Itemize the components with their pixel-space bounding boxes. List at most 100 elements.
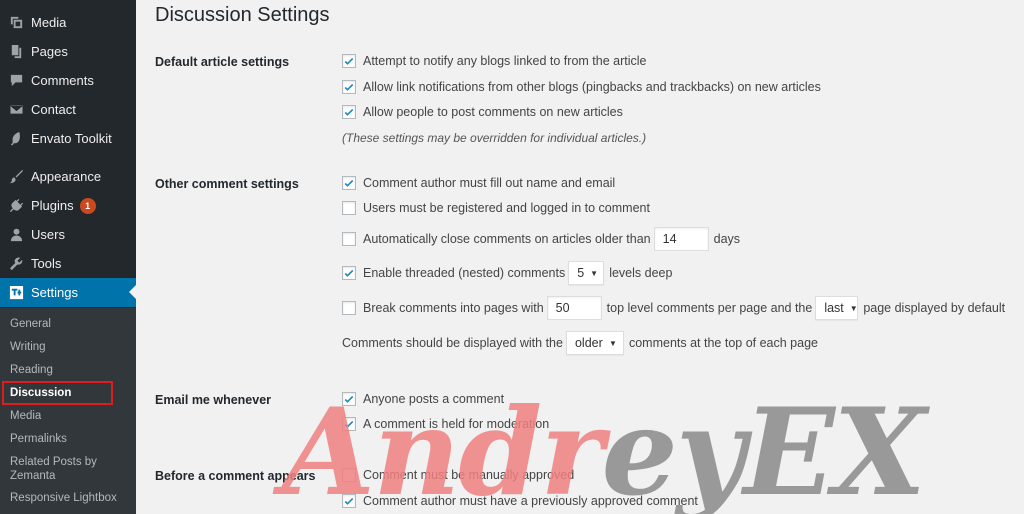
option-paginate-comments: Break comments into pages with 50 top le… [342,296,1005,320]
checkbox-unchecked[interactable] [342,301,356,315]
section-label-email: Email me whenever [155,393,272,407]
comments-icon [8,73,24,89]
chevron-down-icon: ▼ [849,303,858,313]
menu-label: Plugins [31,198,74,213]
option-threaded-comments: Enable threaded (nested) comments 5 ▼ lev… [342,261,672,285]
section-label-before-comment: Before a comment appears [155,469,316,483]
menu-label: Tools [31,256,62,271]
option-email-on-post[interactable]: Anyone posts a comment [342,392,504,406]
menu-item-contact[interactable]: Contact [0,95,136,124]
option-label-suffix: page displayed by default [863,301,1006,315]
default-page-select[interactable]: last ▼ [815,296,859,320]
close-days-input[interactable]: 14 [653,227,709,251]
menu-label: Appearance [31,169,102,184]
menu-item-envato-toolkit[interactable]: Envato Toolkit [0,124,136,153]
option-email-on-moderation[interactable]: A comment is held for moderation [342,417,549,431]
main-content: Discussion Settings Default article sett… [136,0,1024,514]
checkbox-checked[interactable] [342,80,356,94]
page-title: Discussion Settings [155,4,330,26]
submenu-item-writing[interactable]: Writing [10,340,46,354]
menu-item-pages[interactable]: Pages [0,37,136,66]
checkbox-unchecked[interactable] [342,232,356,246]
chevron-down-icon: ▼ [590,268,599,278]
option-label-suffix: days [713,232,741,246]
plug-icon [8,198,24,214]
option-label: Comment author must have a previously ap… [363,494,698,508]
option-label: Comments should be displayed with the [342,336,563,350]
plugins-update-badge: 1 [79,197,96,214]
section-label-default-article: Default article settings [155,55,290,69]
menu-label: Contact [31,102,76,117]
menu-item-comments[interactable]: Comments [0,66,136,95]
option-label: Automatically close comments on articles… [363,232,651,246]
pages-icon [8,44,24,60]
menu-label: Media [31,15,67,30]
menu-item-media[interactable]: Media [0,8,136,37]
menu-item-tools[interactable]: Tools [0,249,136,278]
option-manual-approval[interactable]: Comment must be manually approved [342,468,574,482]
thread-depth-select[interactable]: 5 ▼ [568,261,605,285]
select-value: last [824,301,844,315]
comments-per-page-input[interactable]: 50 [546,296,602,320]
checkbox-checked[interactable] [342,494,356,508]
option-auto-close: Automatically close comments on articles… [342,227,740,251]
option-label: Allow link notifications from other blog… [363,80,821,94]
checkbox-checked[interactable] [342,417,356,431]
checkbox-checked[interactable] [342,176,356,190]
option-allow-comments[interactable]: Allow people to post comments on new art… [342,105,623,119]
settings-icon [8,285,24,301]
select-value: 5 [577,266,585,280]
submenu-item-responsive-lightbox[interactable]: Responsive Lightbox [10,491,117,505]
select-value: older [574,336,603,350]
menu-item-users[interactable]: Users [0,220,136,249]
option-notify-blogs[interactable]: Attempt to notify any blogs linked to fr… [342,54,646,68]
menu-item-settings[interactable]: Settings [0,278,136,307]
option-allow-pingbacks[interactable]: Allow link notifications from other blog… [342,80,821,94]
option-require-name-email[interactable]: Comment author must fill out name and em… [342,176,615,190]
option-comment-order: Comments should be displayed with the ol… [342,331,818,355]
menu-label: Pages [31,44,68,59]
wrench-icon [8,256,24,272]
option-label: Allow people to post comments on new art… [363,105,623,119]
submenu-item-reading[interactable]: Reading [10,363,53,377]
option-label: Comment must be manually approved [363,468,575,482]
option-label: Anyone posts a comment [363,392,505,406]
checkbox-checked[interactable] [342,266,356,280]
checkbox-unchecked[interactable] [342,468,356,482]
checkbox-checked[interactable] [342,392,356,406]
users-icon [8,227,24,243]
checkbox-checked[interactable] [342,54,356,68]
option-label: A comment is held for moderation [363,417,550,431]
menu-item-plugins[interactable]: Plugins 1 [0,191,136,220]
menu-label: Comments [31,73,94,88]
option-label-mid: top level comments per page and the [606,301,813,315]
submenu-item-permalinks[interactable]: Permalinks [10,432,67,446]
section-label-other-comment: Other comment settings [155,177,299,191]
checkbox-checked[interactable] [342,105,356,119]
submenu-item-related-posts-line1[interactable]: Related Posts by [10,455,97,469]
option-label: Attempt to notify any blogs linked to fr… [363,54,647,68]
submenu-item-general[interactable]: General [10,317,51,331]
option-label: Enable threaded (nested) comments [363,266,566,280]
option-previously-approved[interactable]: Comment author must have a previously ap… [342,494,698,508]
settings-note: (These settings may be overridden for in… [342,131,647,145]
checkbox-unchecked[interactable] [342,201,356,215]
envato-leaf-icon [8,131,24,147]
option-label: Users must be registered and logged in t… [363,201,650,215]
mail-icon [8,102,24,118]
option-label: Break comments into pages with [363,301,544,315]
menu-label: Settings [31,285,78,300]
option-label-suffix: levels deep [609,266,673,280]
submenu-item-media[interactable]: Media [10,409,41,423]
submenu-item-related-posts-line2[interactable]: Zemanta [10,469,55,483]
menu-label: Envato Toolkit [31,131,112,146]
menu-item-appearance[interactable]: Appearance [0,162,136,191]
comment-order-select[interactable]: older ▼ [565,331,624,355]
media-icon [8,15,24,31]
menu-label: Users [31,227,65,242]
option-label: Comment author must fill out name and em… [363,176,616,190]
highlight-box [2,381,113,405]
option-require-registration[interactable]: Users must be registered and logged in t… [342,201,650,215]
chevron-down-icon: ▼ [609,338,617,348]
option-label-suffix: comments at the top of each page [628,336,818,350]
